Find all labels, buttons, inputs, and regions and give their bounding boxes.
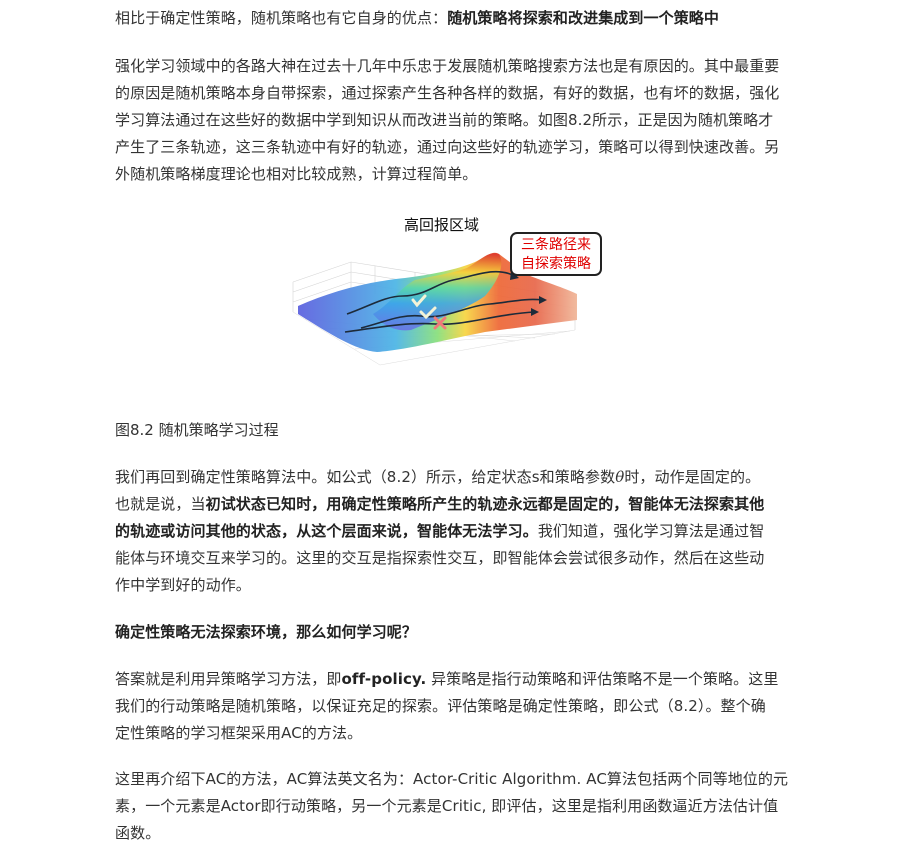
paragraph-exploration: 强化学习领域中的各路大神在过去十几年中乐忠于发展随机策略搜索方法也是有原因的。其… bbox=[115, 57, 780, 183]
paragraph-off-policy: 答案就是利用异策略学习方法，即off-policy. 异策略是指行动策略和评估策… bbox=[115, 666, 780, 747]
paragraph-deterministic: 我们再回到确定性策略算法中。如公式（8.2）所示，给定状态s和策略参数θ时，动作… bbox=[115, 464, 775, 599]
theta-symbol: θ bbox=[615, 468, 625, 486]
paragraph-stochastic-advantage: 相比于确定性策略，随机策略也有它自身的优点：随机策略将探索和改进集成到一个策略中 bbox=[115, 5, 785, 32]
bold-text: off-policy. bbox=[341, 670, 427, 688]
bold-text: 随机策略将探索和改进集成到一个策略中 bbox=[447, 9, 720, 27]
surface-plot-image bbox=[292, 252, 577, 366]
figure-title: 高回报区域 bbox=[404, 216, 480, 234]
bold-text: 确定性策略无法探索环境，那么如何学习呢？ bbox=[115, 623, 418, 641]
paragraph-text: 相比于确定性策略，随机策略也有它自身的优点： bbox=[115, 9, 448, 27]
figure-caption: 图8.2 随机策略学习过程 bbox=[115, 421, 279, 439]
paragraph-actor-critic: 这里再介绍下AC的方法，AC算法英文名为：Actor-Critic Algori… bbox=[115, 770, 789, 842]
callout-line-1: 三条路径来 bbox=[521, 237, 591, 253]
callout-line-2: 自探索策略 bbox=[521, 256, 591, 272]
section-question: 确定性策略无法探索环境，那么如何学习呢？ bbox=[115, 619, 417, 646]
callout-box: 三条路径来 自探索策略 bbox=[510, 232, 602, 276]
paragraph-text: 我们再回到确定性策略算法中。如公式（8.2）所示，给定状态s和策略参数 bbox=[115, 468, 616, 486]
figure-8-2: 高回报区域 三条路径来 自探索策略 bbox=[115, 210, 785, 380]
paragraph-text: 答案就是利用异策略学习方法，即 bbox=[115, 670, 342, 688]
